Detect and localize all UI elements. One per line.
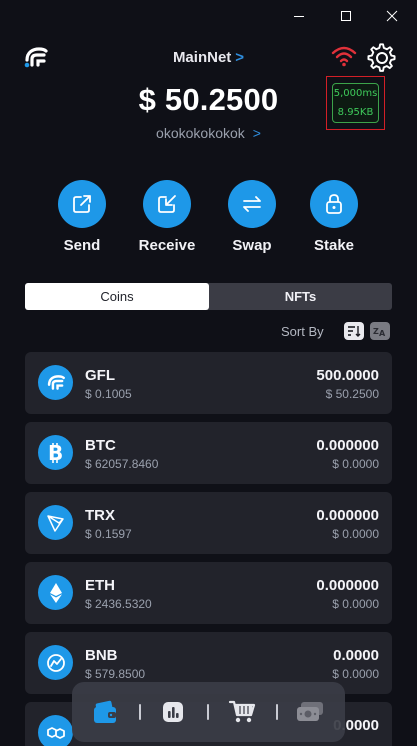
- coin-row-eth[interactable]: ETH $ 2436.5320 0.000000 $ 0.0000: [25, 562, 392, 624]
- coin-amount: 500.0000: [316, 367, 379, 384]
- performance-indicator: 5,000ms 8.95KB: [326, 76, 385, 130]
- coin-price: $ 62057.8460: [85, 457, 159, 471]
- stake-lock-icon: [310, 180, 358, 228]
- tab-nfts[interactable]: NFTs: [209, 283, 392, 310]
- nav-divider: [139, 704, 141, 720]
- settings-gear-icon[interactable]: [366, 42, 398, 74]
- chevron-right-icon: >: [235, 49, 245, 66]
- sort-alphabetical-icon[interactable]: Z A: [370, 322, 390, 340]
- coin-price: $ 0.1005: [85, 387, 132, 401]
- ethereum-icon: [38, 575, 73, 610]
- bnb-icon: [38, 645, 73, 680]
- size-readout: 8.95KB: [337, 107, 374, 118]
- send-button[interactable]: Send: [42, 180, 122, 254]
- nav-divider: [207, 704, 209, 720]
- coin-price: $ 0.1597: [85, 527, 132, 541]
- receive-label: Receive: [138, 237, 196, 254]
- coin-value: $ 50.2500: [325, 387, 379, 401]
- coin-amount: 0.0000: [333, 647, 379, 664]
- stake-button[interactable]: Stake: [294, 180, 374, 254]
- minimize-icon[interactable]: [276, 0, 322, 32]
- coin-symbol: TRX: [85, 507, 115, 524]
- swap-icon: [228, 180, 276, 228]
- gfl-logo-icon: [38, 365, 73, 400]
- coin-price: $ 2436.5320: [85, 597, 152, 611]
- tab-coins[interactable]: Coins: [25, 283, 209, 310]
- network-label: MainNet: [172, 49, 232, 66]
- chart-icon[interactable]: [156, 696, 190, 728]
- coin-value: $ 0.0000: [332, 597, 379, 611]
- window-titlebar: [0, 0, 417, 32]
- chevron-right-icon: >: [252, 125, 261, 141]
- receive-button[interactable]: Receive: [127, 180, 207, 254]
- stake-label: Stake: [313, 237, 355, 254]
- polygon-icon: [38, 715, 73, 746]
- swap-button[interactable]: Swap: [212, 180, 292, 254]
- coin-row-gfl[interactable]: GFL $ 0.1005 500.0000 $ 50.2500: [25, 352, 392, 414]
- coin-symbol: ETH: [85, 577, 115, 594]
- coin-amount: 0.000000: [316, 577, 379, 594]
- cart-icon[interactable]: [225, 696, 259, 728]
- wallet-icon[interactable]: [88, 696, 122, 728]
- wifi-signal-icon[interactable]: [331, 45, 357, 67]
- coin-symbol: GFL: [85, 367, 115, 384]
- account-name: okokokokokok: [156, 125, 245, 141]
- coin-amount: 0.000000: [316, 507, 379, 524]
- coin-row-trx[interactable]: TRX $ 0.1597 0.000000 $ 0.0000: [25, 492, 392, 554]
- send-label: Send: [63, 237, 101, 254]
- coin-price: $ 579.8500: [85, 667, 146, 681]
- coin-row-btc[interactable]: B BTC $ 62057.8460 0.000000 $ 0.0000: [25, 422, 392, 484]
- bitcoin-icon: B: [38, 435, 73, 470]
- coin-value: $ 0.0000: [332, 667, 379, 681]
- coin-symbol: BNB: [85, 647, 118, 664]
- latency-readout: 5,000ms: [333, 88, 378, 99]
- svg-text:B: B: [48, 442, 63, 464]
- sort-by-value-icon[interactable]: [344, 322, 364, 340]
- close-icon[interactable]: [369, 0, 415, 32]
- performance-badge: 5,000ms 8.95KB: [332, 83, 379, 123]
- bottom-navigation: [72, 682, 345, 742]
- sort-by-label: Sort By: [281, 324, 324, 339]
- coin-value: $ 0.0000: [332, 527, 379, 541]
- asset-tabs: Coins NFTs: [25, 283, 392, 310]
- svg-text:A: A: [379, 329, 386, 337]
- nav-divider: [276, 704, 278, 720]
- send-icon: [58, 180, 106, 228]
- coin-symbol: BTC: [85, 437, 116, 454]
- swap-label: Swap: [232, 237, 272, 254]
- tron-icon: [38, 505, 73, 540]
- coin-value: $ 0.0000: [332, 457, 379, 471]
- cash-icon[interactable]: [293, 696, 327, 728]
- coin-amount: 0.000000: [316, 437, 379, 454]
- maximize-icon[interactable]: [323, 0, 369, 32]
- receive-icon: [143, 180, 191, 228]
